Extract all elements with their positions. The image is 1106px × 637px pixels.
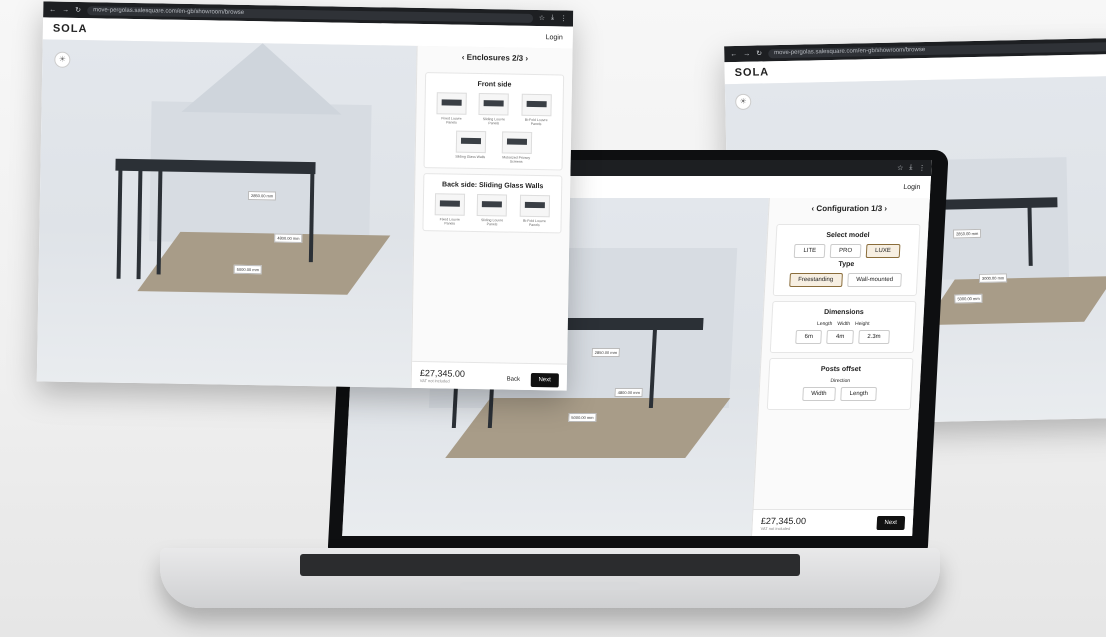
pergola-post (116, 168, 123, 279)
dimension-tag: 5000.00 mm (568, 413, 597, 422)
login-link[interactable]: Login (903, 184, 921, 191)
laptop-trackpad (460, 582, 640, 590)
option-sliding-glass[interactable]: Sliding Glass Walls (455, 130, 486, 164)
next-button[interactable]: Next (530, 372, 559, 388)
panel-footer: £27,345.00 VAT not included Back Next (411, 360, 568, 391)
forward-icon[interactable]: → (743, 50, 750, 57)
model-card: Select model LITE PRO LUXE Type Freestan… (772, 224, 921, 296)
posts-offset-card: Posts offset Direction Width Length (766, 358, 914, 410)
height-label: Height (854, 321, 870, 327)
direction-label: Direction (830, 378, 851, 384)
height-select[interactable]: 2.3m (857, 330, 890, 344)
type-freestanding-button[interactable]: Freestanding (788, 273, 843, 287)
dimensions-title: Dimensions (823, 309, 864, 316)
back-icon[interactable]: ← (49, 6, 56, 13)
menu-icon[interactable]: ⋮ (918, 164, 925, 172)
dimensions-card: Dimensions Length Width Height 6m 4m 2.3… (769, 301, 917, 353)
panel-thumbnail (477, 194, 508, 217)
login-link[interactable]: Login (546, 34, 563, 41)
deck-model (924, 276, 1106, 326)
back-side-title: Back side: Sliding Glass Walls (442, 181, 544, 191)
laptop-base (160, 548, 940, 608)
option-fixed-louvre[interactable]: Fixed Louvre Panels (436, 92, 467, 125)
laptop-keyboard (300, 554, 800, 576)
panel-thumbnail (501, 131, 532, 154)
option-bifold-louvre[interactable]: Bi-Fold Louvre Panels (519, 194, 550, 228)
menu-icon[interactable]: ⋮ (560, 14, 567, 22)
sun-icon[interactable]: ☀ (54, 51, 71, 68)
model-luxe-button[interactable]: LUXE (865, 244, 901, 258)
option-bifold-louvre[interactable]: Bi-Fold Louvre Panels (521, 93, 552, 127)
front-side-card: Front side Fixed Louvre Panels Sliding L… (423, 72, 565, 171)
config-panel: ‹ Configuration 1/3 › Select model LITE … (751, 198, 930, 536)
star-icon[interactable]: ☆ (897, 164, 904, 172)
panel-title: ‹ Enclosures 2/3 › (461, 52, 529, 63)
download-icon[interactable]: ⤓ (551, 14, 554, 22)
deck-model (137, 231, 391, 295)
price-display: £27,345.00 VAT not included (760, 515, 807, 531)
width-label: Width (837, 321, 851, 327)
reload-icon[interactable]: ↻ (75, 6, 81, 14)
type-wall-mounted-button[interactable]: Wall-mounted (846, 273, 903, 287)
panel-footer: £27,345.00 VAT not included Next (752, 509, 914, 536)
front-side-title: Front side (477, 80, 512, 89)
model-title: Select model (826, 232, 870, 239)
sola-logo[interactable]: SOLA (53, 23, 88, 36)
dimension-tag: 4800.00 mm (614, 388, 644, 397)
price-display: £27,345.00 VAT not included (419, 367, 466, 384)
chevron-left-icon[interactable]: ‹ (462, 53, 465, 62)
enclosures-panel: ‹ Enclosures 2/3 › Front side Fixed Louv… (410, 45, 573, 391)
3d-scene[interactable]: ☀ 2850.00 mm 4800.00 mm 5000.00 mm (36, 39, 418, 388)
chevron-left-icon[interactable]: ‹ (811, 204, 814, 213)
forward-icon[interactable]: → (62, 6, 69, 13)
model-lite-button[interactable]: LITE (794, 244, 826, 258)
model-pro-button[interactable]: PRO (829, 244, 862, 258)
option-privacy-screens[interactable]: Motorized Privacy Screens (501, 131, 532, 164)
option-fixed-louvre[interactable]: Fixed Louvre Panels (434, 193, 466, 226)
dimension-tag: 2850.00 mm (952, 228, 982, 239)
option-sliding-louvre[interactable]: Sliding Louvre Panels (477, 194, 508, 227)
download-icon[interactable]: ⤓ (909, 164, 912, 172)
star-icon[interactable]: ☆ (539, 14, 545, 22)
sola-logo[interactable]: SOLA (735, 66, 770, 79)
panel-thumbnail (478, 93, 510, 116)
pergola-roof (115, 158, 316, 175)
direction-length-button[interactable]: Length (840, 387, 878, 401)
front-browser-window: ← → ↻ move-pergolas.salesquare.com/en-gb… (36, 1, 574, 391)
back-side-card: Back side: Sliding Glass Walls Fixed Lou… (422, 173, 563, 234)
price-note: VAT not included (419, 377, 450, 384)
panel-thumbnail (455, 130, 486, 154)
dimension-tag: 3000.00 mm (978, 273, 1008, 283)
panel-thumbnail (434, 193, 466, 216)
dimension-tag: 5000.00 mm (233, 264, 263, 275)
chevron-right-icon[interactable]: › (884, 204, 887, 213)
posts-offset-title: Posts offset (820, 366, 862, 373)
type-label: Type (838, 261, 855, 268)
price-note: VAT not included (760, 525, 791, 531)
back-button[interactable]: Back (507, 377, 520, 383)
dimension-tag: 2850.00 mm (591, 348, 621, 357)
panel-thumbnail (521, 93, 552, 117)
chevron-right-icon[interactable]: › (525, 54, 528, 63)
dimension-tag: 5000.00 mm (954, 293, 983, 304)
reload-icon[interactable]: ↻ (756, 49, 762, 57)
back-icon[interactable]: ← (730, 50, 737, 57)
sun-icon[interactable]: ☀ (735, 93, 752, 111)
option-sliding-louvre[interactable]: Sliding Louvre Panels (478, 93, 510, 126)
length-label: Length (816, 321, 833, 327)
panel-title: ‹ Configuration 1/3 › (811, 204, 888, 213)
pergola-post (136, 169, 143, 280)
panel-thumbnail (519, 194, 550, 218)
direction-width-button[interactable]: Width (801, 387, 836, 401)
next-button[interactable]: Next (876, 516, 906, 530)
dimension-tag: 2850.00 mm (247, 191, 277, 201)
length-select[interactable]: 6m (795, 330, 823, 344)
dimension-tag: 4800.00 mm (274, 233, 303, 243)
house-roof (181, 41, 343, 115)
panel-thumbnail (436, 92, 467, 115)
width-select[interactable]: 4m (826, 330, 854, 344)
